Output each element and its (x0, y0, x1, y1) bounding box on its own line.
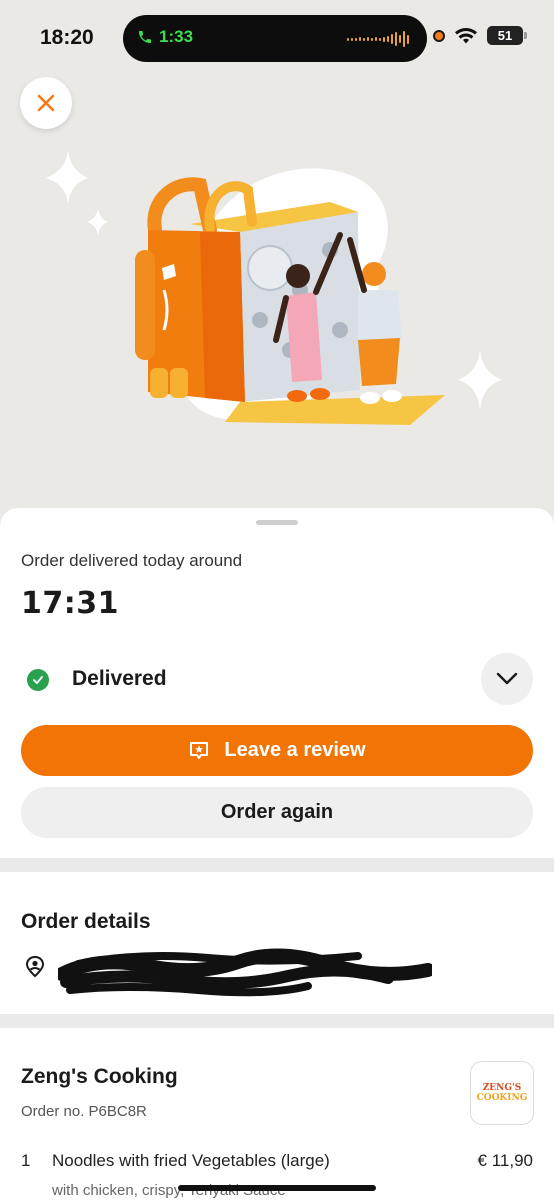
status-row: Delivered (21, 653, 533, 705)
dynamic-island[interactable]: 1:33 (123, 15, 427, 62)
battery-icon: 51 (487, 26, 527, 45)
close-button[interactable] (20, 77, 72, 129)
order-again-label: Order again (220, 801, 334, 823)
person-waving (358, 338, 400, 386)
sheet-grabber[interactable] (256, 520, 298, 525)
call-duration: 1:33 (159, 27, 194, 46)
logo-text: ZENG'S COOKING (477, 1083, 528, 1103)
status-icons: 51 (433, 26, 527, 45)
restaurant-logo[interactable]: ZENG'S COOKING (470, 1061, 534, 1125)
sparkle-small-icon (87, 208, 108, 236)
logo-line-1: ZENG'S (482, 1083, 522, 1093)
person-dancing (286, 292, 322, 382)
restaurant-name: Zeng's Cooking (21, 1065, 178, 1088)
section-divider (0, 858, 554, 872)
check-circle-icon (27, 669, 49, 691)
wifi-icon (455, 27, 477, 43)
order-sheet: Order delivered today around 17:31 Deliv… (0, 508, 554, 1200)
sparkle-right-icon (458, 350, 502, 410)
sparkle-icon (46, 150, 88, 204)
item-quantity: 1 (21, 1151, 31, 1170)
section-divider (0, 1014, 554, 1028)
leave-review-label: Leave a review (224, 739, 366, 761)
battery-level: 51 (497, 28, 513, 43)
status-bar: 18:20 1:33 51 (0, 0, 554, 76)
expand-status-button[interactable] (481, 653, 533, 705)
item-name: Noodles with fried Vegetables (large) (52, 1151, 330, 1170)
item-price: € 11,90 (477, 1151, 533, 1170)
order-again-button[interactable]: Order again (21, 787, 533, 838)
status-text: Delivered (72, 667, 167, 690)
logo-line-2: COOKING (476, 1093, 528, 1103)
recording-dot-icon (433, 29, 445, 42)
close-icon (37, 94, 55, 112)
leave-review-button[interactable]: Leave a review (21, 725, 533, 776)
phone-icon (139, 31, 151, 43)
home-indicator[interactable] (178, 1185, 376, 1191)
location-pin-icon (25, 955, 45, 978)
status-time: 18:20 (40, 26, 94, 49)
delivered-time: 17:31 (21, 586, 119, 621)
order-number: Order no. P6BC8R (21, 1103, 147, 1120)
waveform-icon (347, 31, 409, 47)
delivered-label: Order delivered today around (21, 551, 243, 570)
chevron-down-icon (496, 672, 518, 685)
call-indicator: 1:33 (137, 27, 193, 47)
redacted-address (58, 948, 432, 997)
delivery-illustration (46, 150, 502, 425)
star-bubble-icon (190, 741, 209, 759)
order-details-title: Order details (21, 910, 151, 933)
